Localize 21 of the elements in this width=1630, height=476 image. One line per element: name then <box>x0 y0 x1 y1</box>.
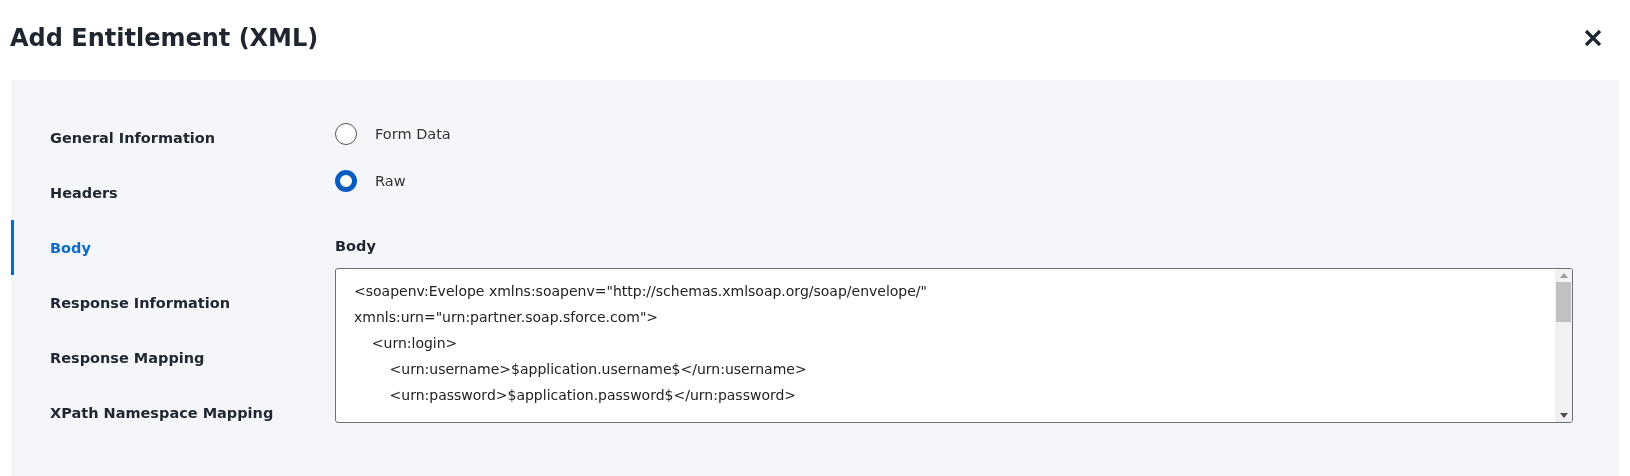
sidebar-item[interactable]: XPath Namespace Mapping <box>11 385 335 440</box>
code-line: <urn:password>$application.password$</urn:password> <box>388 386 798 405</box>
code-line: <urn:login> <box>370 334 459 353</box>
scrollbar-thumb[interactable] <box>1556 282 1571 322</box>
scroll-down-icon[interactable] <box>1559 413 1568 418</box>
sidebar-item[interactable]: General Information <box>11 110 335 165</box>
code-line: <urn:username>$application.username$</urn:username> <box>388 360 808 379</box>
radio-label: Form Data <box>375 125 451 142</box>
radio-button[interactable] <box>335 169 357 192</box>
sidebar-item[interactable]: Headers <box>11 165 335 220</box>
sidebar-item[interactable]: Response Mapping <box>11 330 335 385</box>
code-line: <soapenv:Evelope xmlns:soapenv="http://schemas.xmlsoap.org/soap/envelope/" <box>354 282 929 301</box>
body-text-area[interactable] <box>335 268 1573 423</box>
sidebar-item[interactable]: Response Information <box>11 275 335 330</box>
radio-button[interactable] <box>335 122 357 145</box>
field-label: Body <box>335 238 377 254</box>
scrollbar[interactable] <box>1555 269 1572 422</box>
radio-label: Raw <box>375 172 406 189</box>
close-icon <box>1584 29 1602 47</box>
dialog-title: Add Entitlement (XML) <box>10 24 319 52</box>
code-line: xmnls:urn="urn:partner.soap.sforce.com"> <box>354 308 660 327</box>
